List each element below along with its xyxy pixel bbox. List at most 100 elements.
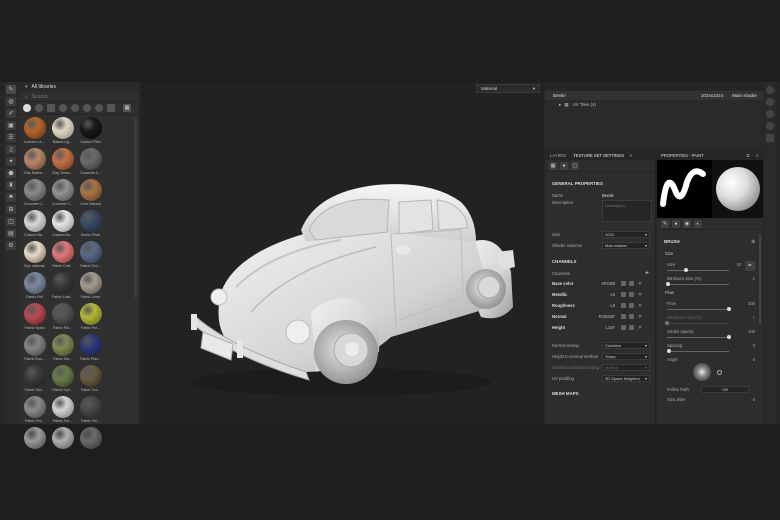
viewer-settings-icon[interactable] [766, 122, 774, 130]
picker-icon[interactable]: ✦ [6, 157, 16, 166]
close-icon[interactable]: ✕ [629, 153, 633, 158]
stroke-opacity-slider[interactable]: Stroke opacity 100 [657, 326, 763, 340]
alpha-tab-icon[interactable]: ◉ [683, 219, 691, 228]
follow-path-select[interactable]: Off [701, 386, 749, 393]
material-thumbnail[interactable]: Fabric Spo... [49, 365, 76, 394]
material-thumbnail[interactable]: Concrete C... [49, 179, 76, 208]
channel-row[interactable]: Metallic L8 ✕ [545, 289, 655, 300]
uv-tiles-row[interactable]: ▸ ▦ UV Tiles (4) [545, 100, 763, 109]
remove-channel-icon[interactable]: ✕ [638, 292, 642, 298]
grid-view-icon[interactable]: ▦ [123, 104, 131, 112]
material-thumbnail[interactable]: Cork Natural [77, 179, 104, 208]
spacing-track[interactable] [666, 349, 729, 353]
material-thumbnail[interactable]: Fabric Den... [77, 241, 104, 270]
material-thumbnail[interactable]: Fabric Cott... [49, 241, 76, 270]
angle-dial[interactable] [693, 363, 711, 381]
filter-smart-icon[interactable] [35, 104, 43, 112]
min-flow-slider[interactable]: Minimum Flow (%) 0 [657, 312, 763, 326]
channel-row[interactable]: Height L16F ✕ [545, 322, 655, 333]
material-thumbnail[interactable]: Custom Ba... [21, 210, 48, 239]
material-thumbnail[interactable]: Concrete A... [77, 148, 104, 177]
min-size-track[interactable] [665, 282, 729, 286]
material-thumbnail[interactable]: Fabric Tex... [21, 396, 48, 425]
geometry-fill-icon[interactable]: ▣ [6, 121, 16, 130]
material-thumbnail[interactable]: Concrete C... [21, 179, 48, 208]
tab-texture-set-settings[interactable]: TEXTURE SET SETTINGS [571, 153, 626, 158]
material-thumbnail[interactable]: Clay Earthe... [21, 148, 48, 177]
channel-copy-icon[interactable] [629, 292, 634, 297]
shelf-search[interactable]: ⌕ Search [19, 92, 139, 102]
material-thumbnail[interactable]: Fabric Swi... [21, 365, 48, 394]
material-tab-icon[interactable]: ● [672, 219, 680, 228]
material-thumbnail[interactable]: Fabric Tex... [77, 365, 104, 394]
texture-set-shader[interactable]: Main shader [732, 93, 757, 98]
description-field[interactable]: Description [602, 200, 652, 222]
stroke-opacity-knob[interactable] [727, 335, 731, 339]
remove-channel-icon[interactable]: ✕ [638, 281, 642, 287]
min-size-slider[interactable]: Minimum Size (%) 1 [657, 273, 763, 287]
frame-icon[interactable]: ▢ [571, 161, 579, 170]
material-thumbnail[interactable] [105, 241, 132, 270]
close-icon[interactable]: ✕ [755, 153, 759, 158]
shader-icon[interactable]: ▤ [6, 229, 16, 238]
material-thumbnail[interactable] [105, 365, 132, 394]
viewport-3d[interactable]: Material ▾ [141, 82, 544, 424]
channel-format[interactable]: RGB16F [598, 314, 618, 319]
channel-row[interactable]: Base color sRGB8 ✕ [545, 278, 655, 289]
texture-set-row[interactable]: Beetle 1024x1024 Main shader [545, 91, 763, 100]
texture-settings-icon[interactable]: ▦ [549, 161, 557, 170]
filter-material-icon[interactable] [23, 104, 31, 112]
flow-track[interactable] [667, 307, 731, 311]
display-settings-icon[interactable] [766, 98, 774, 106]
material-thumbnail[interactable]: Fabric Leat... [49, 272, 76, 301]
material-thumbnail[interactable]: Fabric Sta... [49, 334, 76, 363]
channel-row[interactable]: Roughness L8 ✕ [545, 300, 655, 311]
projection-icon[interactable]: ✐ [6, 109, 16, 118]
smudge-icon[interactable]: ☰ [6, 133, 16, 142]
channel-options-icon[interactable] [621, 325, 626, 330]
remove-channel-icon[interactable]: ✕ [638, 314, 642, 320]
stencil-tab-icon[interactable]: ◐ [694, 219, 702, 228]
angle-reset-icon[interactable] [717, 369, 722, 375]
stroke-opacity-track[interactable] [667, 335, 731, 339]
flow-knob[interactable] [727, 307, 731, 311]
clone-icon[interactable]: ▯ [6, 145, 16, 154]
material-sphere-preview[interactable] [712, 160, 763, 218]
material-thumbnail[interactable]: Baked Lig... [49, 117, 76, 146]
stroke-opacity-value[interactable]: 100 [748, 329, 755, 334]
min-size-knob[interactable] [665, 282, 670, 286]
channel-format[interactable]: sRGB8 [598, 281, 618, 286]
add-channel-icon[interactable]: + [602, 270, 655, 277]
material-thumbnail[interactable] [105, 427, 132, 456]
size-value[interactable]: 10 [736, 262, 741, 267]
material-thumbnail[interactable] [105, 179, 132, 208]
channel-options-icon[interactable] [621, 303, 626, 308]
channel-row[interactable]: Normal RGB16F ✕ [545, 311, 655, 322]
material-thumbnail[interactable]: Fabric Felt [21, 272, 48, 301]
shader-settings-icon[interactable] [766, 110, 774, 118]
pen-pressure-icon[interactable]: ✒ [745, 261, 755, 271]
size-track[interactable] [667, 268, 729, 272]
filter-environment-icon[interactable] [107, 104, 115, 112]
properties-scrollbar[interactable] [759, 234, 761, 324]
material-thumbnail[interactable]: Fabric Plas... [77, 334, 104, 363]
material-thumbnail[interactable]: Fabric Tex... [49, 396, 76, 425]
material-thumbnail[interactable]: Custom Ba... [49, 210, 76, 239]
channel-copy-icon[interactable] [629, 281, 634, 286]
display-icon[interactable]: ◫ [6, 217, 16, 226]
material-thumbnail[interactable] [49, 427, 76, 456]
filter-mask-icon[interactable] [47, 104, 55, 112]
spacing-knob[interactable] [666, 349, 671, 353]
camera-icon[interactable]: ⚑ [6, 193, 16, 202]
ao-mixing-select[interactable]: Multiply ▾ [602, 364, 650, 371]
material-thumbnail[interactable]: Fabric Rou... [21, 334, 48, 363]
shelf-scrollbar[interactable] [134, 118, 137, 298]
material-thumbnail[interactable]: Clay Terrac... [49, 148, 76, 177]
brush-tab-icon[interactable]: ✎ [661, 219, 669, 228]
material-thumbnail[interactable]: Fabric Linen [77, 272, 104, 301]
material-thumbnail[interactable] [105, 303, 132, 332]
polygon-fill-icon[interactable]: ⬟ [6, 169, 16, 178]
sphere-icon[interactable]: ● [560, 161, 568, 170]
min-size-value[interactable]: 1 [753, 276, 755, 281]
filter-filter-icon[interactable] [59, 104, 67, 112]
